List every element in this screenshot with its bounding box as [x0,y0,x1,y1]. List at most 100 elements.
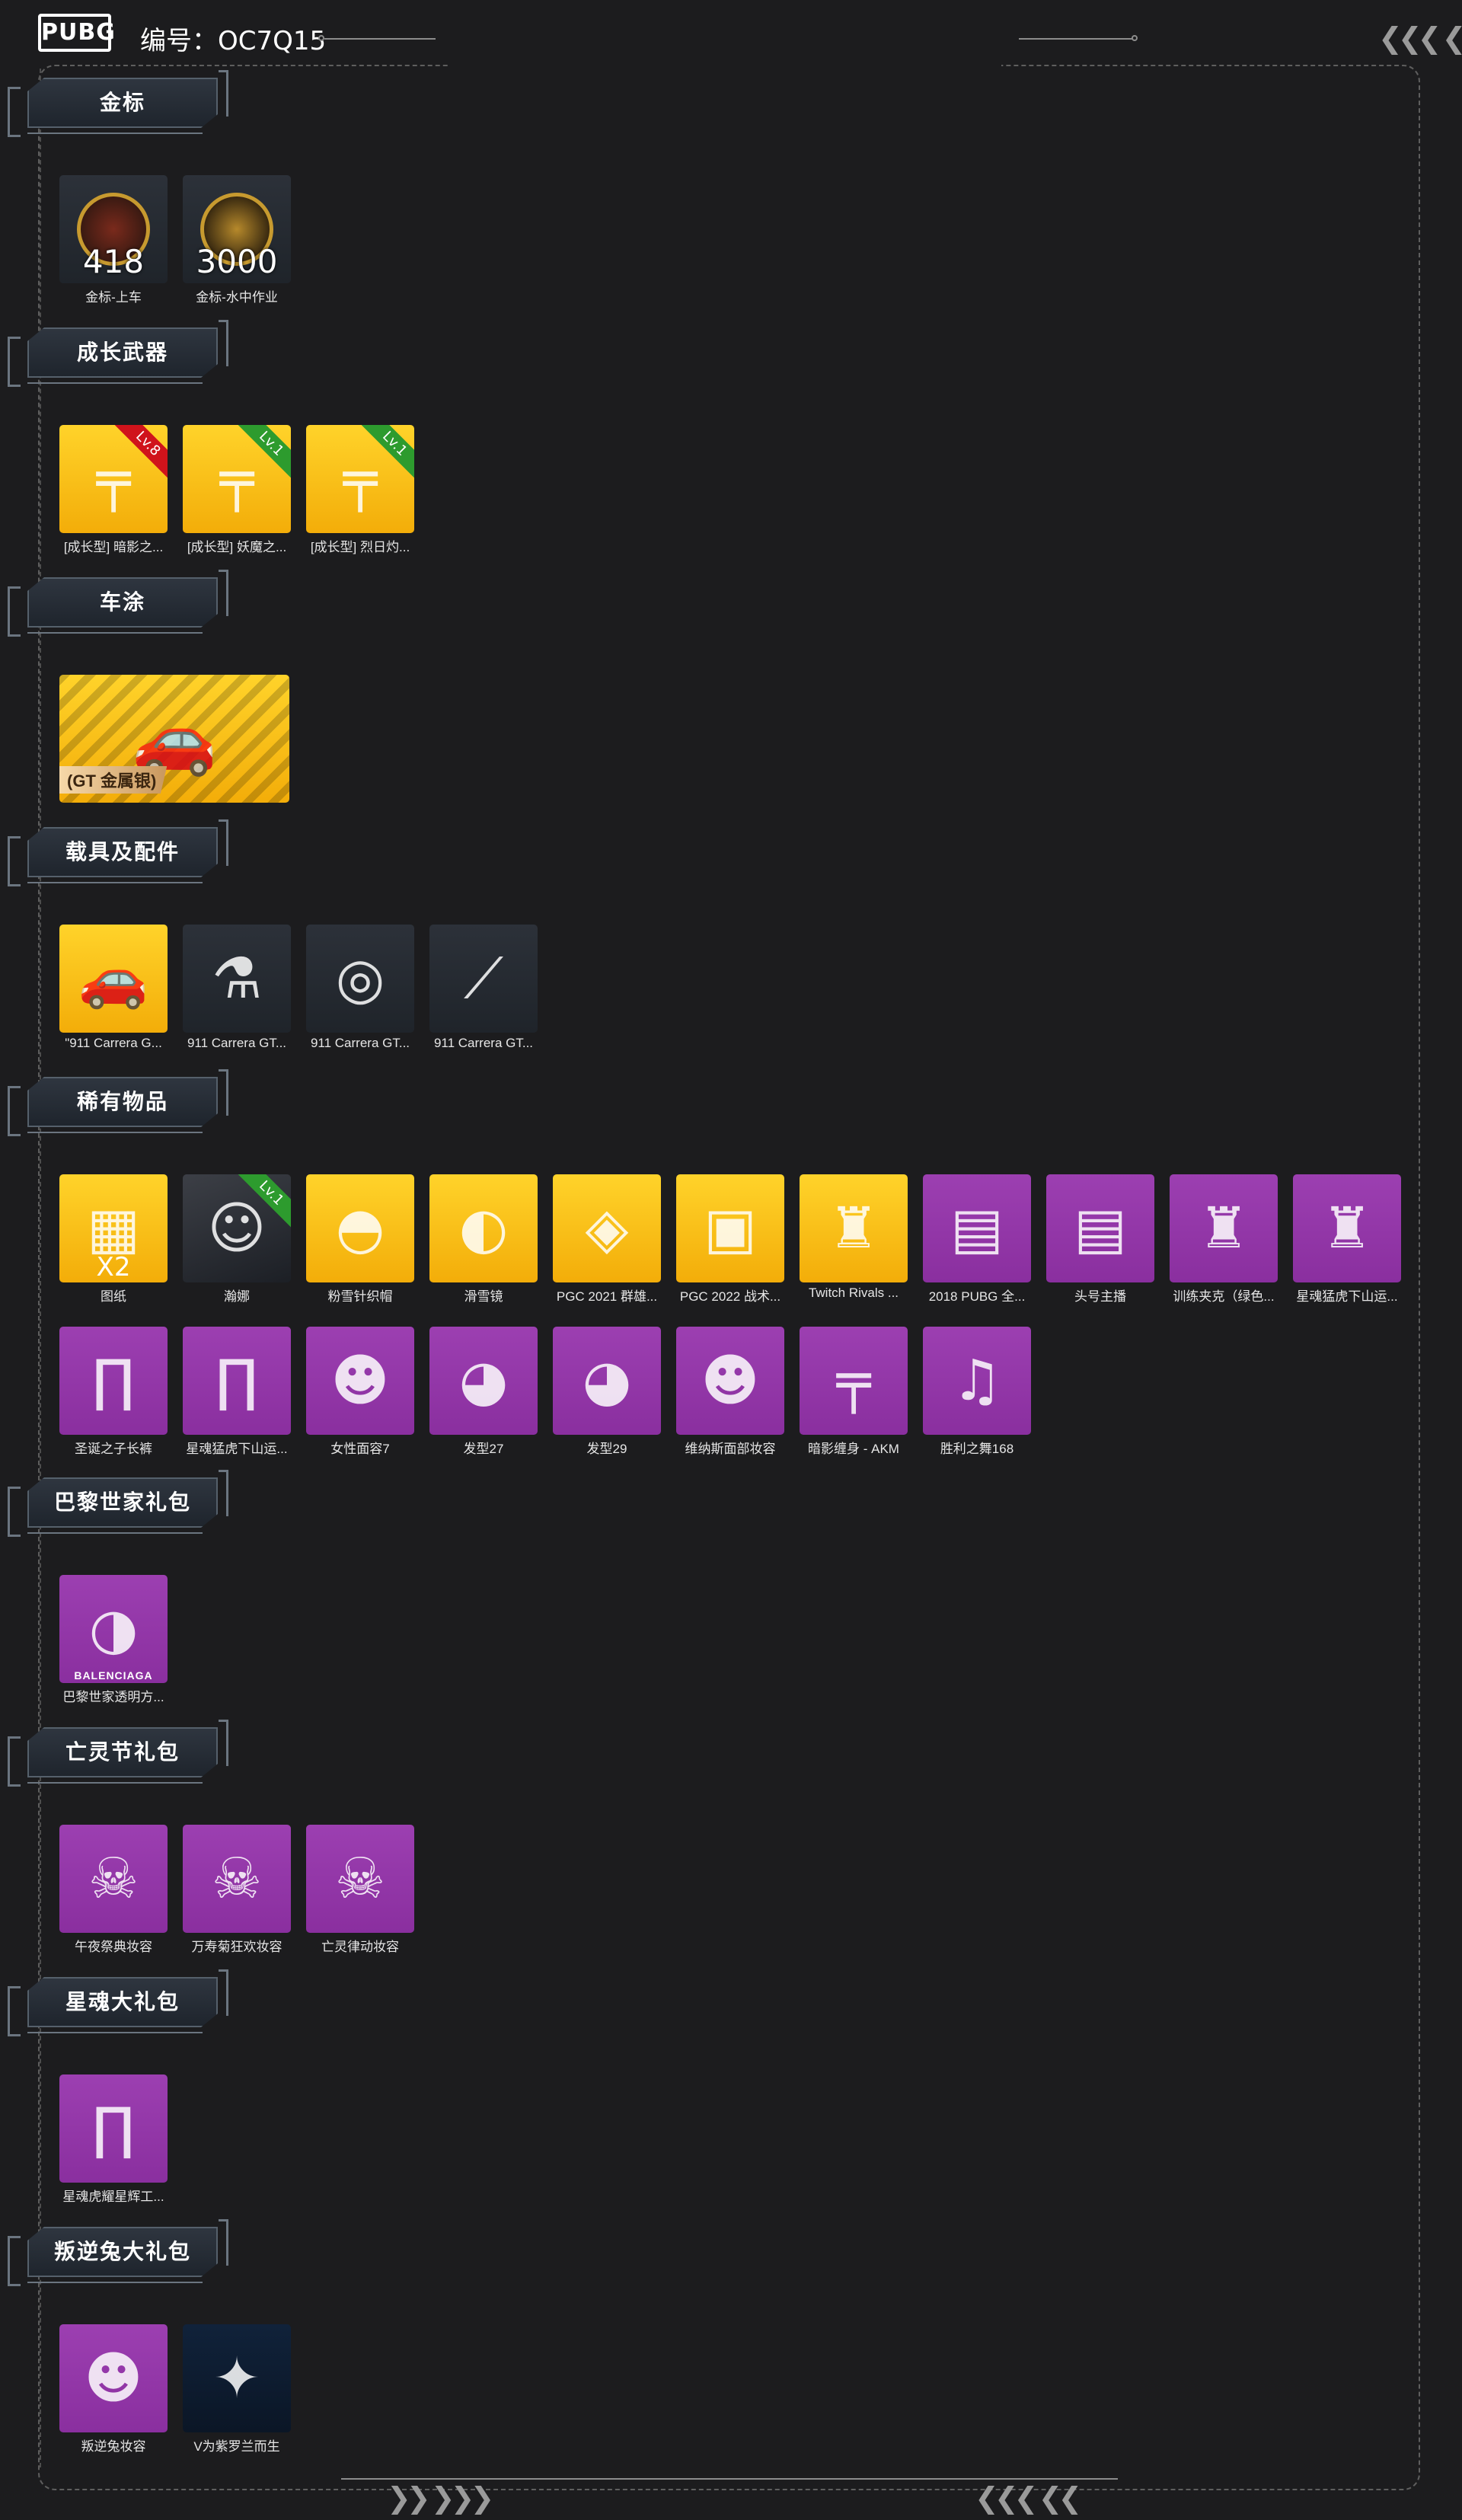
item-tile[interactable]: ☻ [59,2324,168,2432]
face-icon: ☻ [84,2346,143,2411]
inventory-item[interactable]: ╤ Lv.1 [成长型] 妖魔之... [183,425,291,555]
inventory-item[interactable]: ◕ 发型27 [429,1327,538,1457]
item-tile[interactable]: ☻ [306,1327,414,1435]
item-tile[interactable]: ◓ [306,1174,414,1282]
item-tile[interactable]: ◕ [429,1327,538,1435]
hair-icon: ◕ [458,1348,509,1413]
item-label: 女性面容7 [330,1442,390,1456]
section-header-badge: 载具及配件 [8,816,228,890]
item-tile[interactable]: ▤ [923,1174,1031,1282]
item-tile[interactable]: ╤ [800,1327,908,1435]
item-tile[interactable]: ╤ Lv.1 [306,425,414,533]
item-tile[interactable]: ☠ [59,1825,168,1933]
item-tile[interactable]: ☺ Lv.1 [183,1174,291,1282]
item-label: 万寿菊狂欢妆容 [191,1940,283,1954]
inventory-item[interactable]: ♫ 胜利之舞168 [923,1327,1031,1457]
inventory-item[interactable]: ∏ 星魂虎耀星辉工... [59,2074,168,2205]
inventory-item[interactable]: ♜ 训练夹克（绿色... [1170,1174,1278,1305]
footer-line [341,2478,1118,2480]
inventory-item[interactable]: ⚗ 911 Carrera GT... [183,925,291,1051]
item-tile[interactable]: ☠ [183,1825,291,1933]
item-tile[interactable]: ▣ [676,1174,784,1282]
inventory-item[interactable]: ♜ 星魂猛虎下山运... [1293,1174,1401,1305]
pubg-logo: PUBG [38,14,115,52]
inventory-item[interactable]: ◑ BALENCIAGA 巴黎世家透明方... [59,1575,168,1705]
item-tile[interactable]: ╤ Lv.1 [183,425,291,533]
item-label: 911 Carrera GT... [433,1036,534,1050]
inventory-item[interactable]: ▤ 2018 PUBG 全... [923,1174,1031,1305]
item-tile[interactable]: ◑ BALENCIAGA [59,1575,168,1683]
inventory-item[interactable]: ╤ Lv.1 [成长型] 烈日灼... [306,425,414,555]
inventory-item[interactable]: 418 金标-上车 [59,175,168,305]
inventory-item[interactable]: ☠ 亡灵律动妆容 [306,1825,414,1955]
inventory-item[interactable]: 🚗 (GT 金属银) [59,675,289,803]
badge-underline [27,133,203,134]
item-tile[interactable]: ⚗ [183,925,291,1033]
inventory-item[interactable]: ╤ Lv.8 [成长型] 暗影之... [59,425,168,555]
nav-arrows-icon[interactable]: ❮❮❮ ❮ [1378,21,1462,55]
item-tile[interactable]: ♜ [1293,1174,1401,1282]
next-arrows-icon[interactable]: ❯❯ ❯❯❯ [387,2481,494,2515]
item-tile[interactable]: ⟋ [429,925,538,1033]
inventory-item[interactable]: ◈ PGC 2021 群雄... [553,1174,661,1305]
car-part-icon: ⟋ [464,945,503,1011]
inventory-item[interactable]: ▦ X2 图纸 [59,1174,168,1305]
jacket-icon: ♜ [1321,1196,1373,1261]
item-tile[interactable]: 3000 [183,175,291,283]
section-header-badge: 成长武器 [8,317,228,390]
inventory-item[interactable]: ◓ 粉雪针织帽 [306,1174,414,1305]
item-tile[interactable]: 418 [59,175,168,283]
item-label: 911 Carrera GT... [310,1036,410,1050]
item-tile[interactable]: ∏ [59,1327,168,1435]
item-label: 滑雪镜 [464,1289,503,1304]
skull-face-icon: ☠ [334,1846,386,1912]
item-label: PGC 2022 战术... [679,1289,781,1304]
medal-count: 3000 [196,243,278,280]
prev-arrows-icon[interactable]: ❮❮❮ ❮❮ [975,2481,1082,2515]
item-tile[interactable]: ▤ [1046,1174,1154,1282]
inventory-item[interactable]: ◐ 滑雪镜 [429,1174,538,1305]
item-tile[interactable]: ☠ [306,1825,414,1933]
item-tile[interactable]: ▦ X2 [59,1174,168,1282]
item-tile[interactable]: ◐ [429,1174,538,1282]
timeline-line [40,69,41,2467]
item-tile[interactable]: ╤ Lv.8 [59,425,168,533]
inventory-item[interactable]: ☠ 午夜祭典妆容 [59,1825,168,1955]
inventory-item[interactable]: 🚗 "911 Carrera G... [59,925,168,1051]
item-tile[interactable]: 🚗 (GT 金属银) [59,675,289,803]
jacket-icon: ♜ [828,1196,879,1261]
inventory-item[interactable]: ▣ PGC 2022 战术... [676,1174,784,1305]
item-label: [成长型] 烈日灼... [310,540,410,554]
inventory-item[interactable]: 3000 金标-水中作业 [183,175,291,305]
item-label: "911 Carrera G... [65,1036,162,1050]
item-tile[interactable]: ♜ [800,1174,908,1282]
item-tile[interactable]: ✦ [183,2324,291,2432]
item-label: 星魂猛虎下山运... [186,1442,288,1456]
inventory-item[interactable]: ☠ 万寿菊狂欢妆容 [183,1825,291,1955]
item-tile[interactable]: ♜ [1170,1174,1278,1282]
footer: ❯❯ ❯❯❯ ❮❮❮ ❮❮ [0,2467,1462,2520]
item-tile[interactable]: ◎ [306,925,414,1033]
inventory-item[interactable]: ∏ 圣诞之子长裤 [59,1327,168,1457]
item-tile[interactable]: ♫ [923,1327,1031,1435]
inventory-item[interactable]: ∏ 星魂猛虎下山运... [183,1327,291,1457]
inventory-item[interactable]: ⟋ 911 Carrera GT... [429,925,538,1051]
inventory-item[interactable]: ☻ 女性面容7 [306,1327,414,1457]
inventory-item[interactable]: ♜ Twitch Rivals ... [800,1174,908,1301]
inventory-item[interactable]: ✦ V为紫罗兰而生 [183,2324,291,2455]
item-tile[interactable]: 🚗 [59,925,168,1033]
inventory-item[interactable]: ◕ 发型29 [553,1327,661,1457]
inventory-item[interactable]: ╤ 暗影缠身 - AKM [800,1327,908,1457]
badge-bracket [8,2236,21,2286]
badge-bracket [8,1487,21,1537]
inventory-item[interactable]: ☻ 维纳斯面部妆容 [676,1327,784,1457]
inventory-item[interactable]: ☻ 叛逆兔妆容 [59,2324,168,2455]
item-tile[interactable]: ◕ [553,1327,661,1435]
inventory-item[interactable]: ☺ Lv.1 瀚娜 [183,1174,291,1305]
item-tile[interactable]: ∏ [59,2074,168,2183]
inventory-item[interactable]: ▤ 头号主播 [1046,1174,1154,1305]
item-tile[interactable]: ∏ [183,1327,291,1435]
inventory-item[interactable]: ◎ 911 Carrera GT... [306,925,414,1051]
item-tile[interactable]: ☻ [676,1327,784,1435]
item-tile[interactable]: ◈ [553,1174,661,1282]
